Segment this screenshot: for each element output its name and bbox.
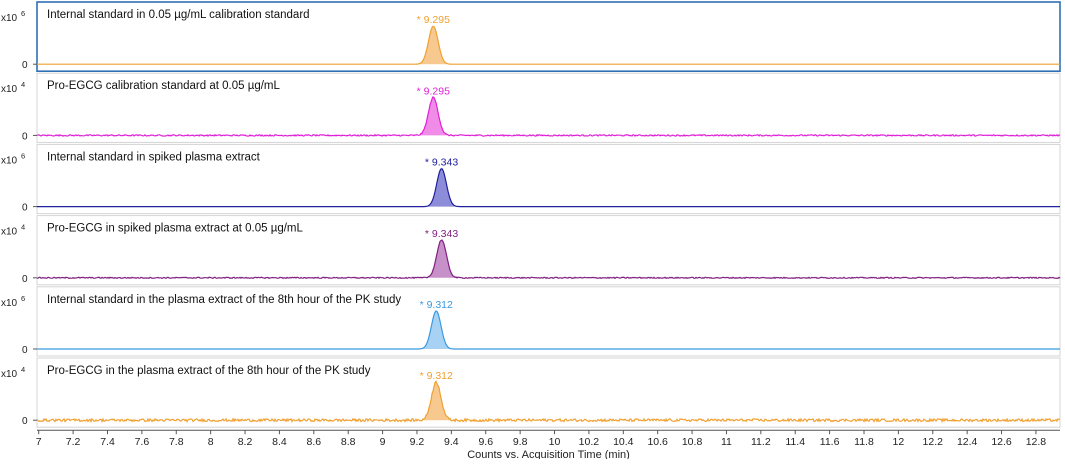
scale-exponent: 4	[21, 80, 25, 89]
x-tick-label: 11.4	[785, 436, 805, 448]
y-zero-label: 0	[22, 131, 28, 142]
panel-1: x10 6 0 Internal standard in 0.05 µg/mL cal…	[1, 1, 1061, 72]
x-tick-label: 11	[721, 436, 732, 448]
x-tick-label: 10	[549, 436, 561, 448]
scale-exponent: 6	[21, 9, 25, 18]
x-tick-label: 8.4	[272, 436, 287, 448]
x-tick-label: 8.8	[341, 436, 356, 448]
panel-title: Internal standard in 0.05 µg/mL calibrat…	[47, 9, 310, 21]
x-tick-label: 7.2	[66, 436, 81, 448]
x-tick-label: 12.6	[991, 436, 1012, 448]
scale-label: x10	[1, 13, 18, 24]
x-tick-label: 11.2	[751, 436, 771, 448]
x-tick-label: 7.6	[135, 436, 150, 448]
peak-label: * 9.312	[420, 299, 453, 311]
x-tick-label: 7	[36, 436, 42, 448]
x-tick-label: 7.4	[100, 436, 115, 448]
x-tick-label: 9.6	[478, 436, 493, 448]
x-tick-label: 7.8	[169, 436, 184, 448]
y-zero-label: 0	[22, 416, 28, 427]
x-tick-label: 10.2	[579, 436, 600, 448]
panel-title: Internal standard in the plasma extract …	[47, 294, 401, 306]
scale-label: x10	[1, 155, 18, 166]
x-tick-label: 9.2	[410, 436, 425, 448]
x-tick-label: 8.2	[238, 436, 253, 448]
x-tick-label: 8	[208, 436, 214, 448]
x-tick-label: 9.8	[513, 436, 528, 448]
scale-exponent: 4	[21, 223, 25, 232]
chromatogram-stack: x10 6 0 Internal standard in 0.05 µg/mL cal…	[0, 0, 1065, 461]
x-tick-label: 12.4	[957, 436, 978, 448]
x-tick-label: 12.8	[1026, 436, 1047, 448]
scale-label: x10	[1, 84, 18, 95]
panel-3: x10 6 0 Internal standard in spiked plasma …	[1, 143, 1061, 215]
panel-5: x10 6 0 Internal standard in the plasma ext…	[1, 286, 1061, 357]
x-tick-label: 10.4	[613, 436, 634, 448]
panel-2: x10 4 0 Pro-EGCG calibration standard at 0.…	[1, 72, 1061, 143]
peak-label: * 9.343	[425, 228, 458, 240]
y-zero-label: 0	[22, 203, 28, 214]
x-tick-label: 10.8	[682, 436, 703, 448]
panel-4: x10 4 0 Pro-EGCG in spiked plasma extract a…	[1, 215, 1061, 286]
y-zero-label: 0	[22, 345, 28, 356]
y-zero-label: 0	[22, 60, 28, 71]
x-tick-label: 12.2	[923, 436, 944, 448]
x-tick-label: 11.8	[854, 436, 874, 448]
x-tick-label: 8.6	[307, 436, 322, 448]
panel-title: Internal standard in spiked plasma extra…	[47, 151, 261, 163]
x-tick-label: 11.6	[820, 436, 840, 448]
x-tick-label: 9	[380, 436, 386, 448]
scale-label: x10	[1, 227, 18, 238]
x-tick-label: 12	[893, 436, 905, 448]
panel-title: Pro-EGCG calibration standard at 0.05 µg…	[47, 80, 281, 92]
y-zero-label: 0	[22, 274, 28, 285]
chromatogram-svg: x10 60Internal standard in 0.05 µg/mL cal…	[1, 1, 1061, 461]
peak-label: * 9.295	[417, 85, 450, 97]
panel-6: x10 4 0 Pro-EGCG in the plasma extract of t…	[1, 357, 1061, 428]
peak-label: * 9.343	[425, 157, 458, 169]
x-axis: 7 7.2 7.4 7.6 7.8 8 8.2 8.4 8.6 8.8 9 9.2 9.4 9.6 9.8 1…	[36, 429, 1060, 461]
scale-label: x10	[1, 369, 18, 380]
x-tick-label: 10.6	[647, 436, 668, 448]
panel-title: Pro-EGCG in spiked plasma extract at 0.0…	[47, 223, 304, 235]
x-tick-label: 9.4	[444, 436, 459, 448]
scale-exponent: 6	[21, 294, 25, 303]
scale-label: x10	[1, 298, 18, 309]
scale-exponent: 6	[21, 151, 25, 160]
scale-exponent: 4	[21, 365, 25, 374]
peak-label: * 9.295	[417, 14, 450, 26]
peak-label: * 9.312	[420, 370, 453, 382]
x-axis-title: Counts vs. Acquisition Time (min)	[467, 449, 630, 459]
panel-title: Pro-EGCG in the plasma extract of the 8t…	[47, 365, 371, 377]
